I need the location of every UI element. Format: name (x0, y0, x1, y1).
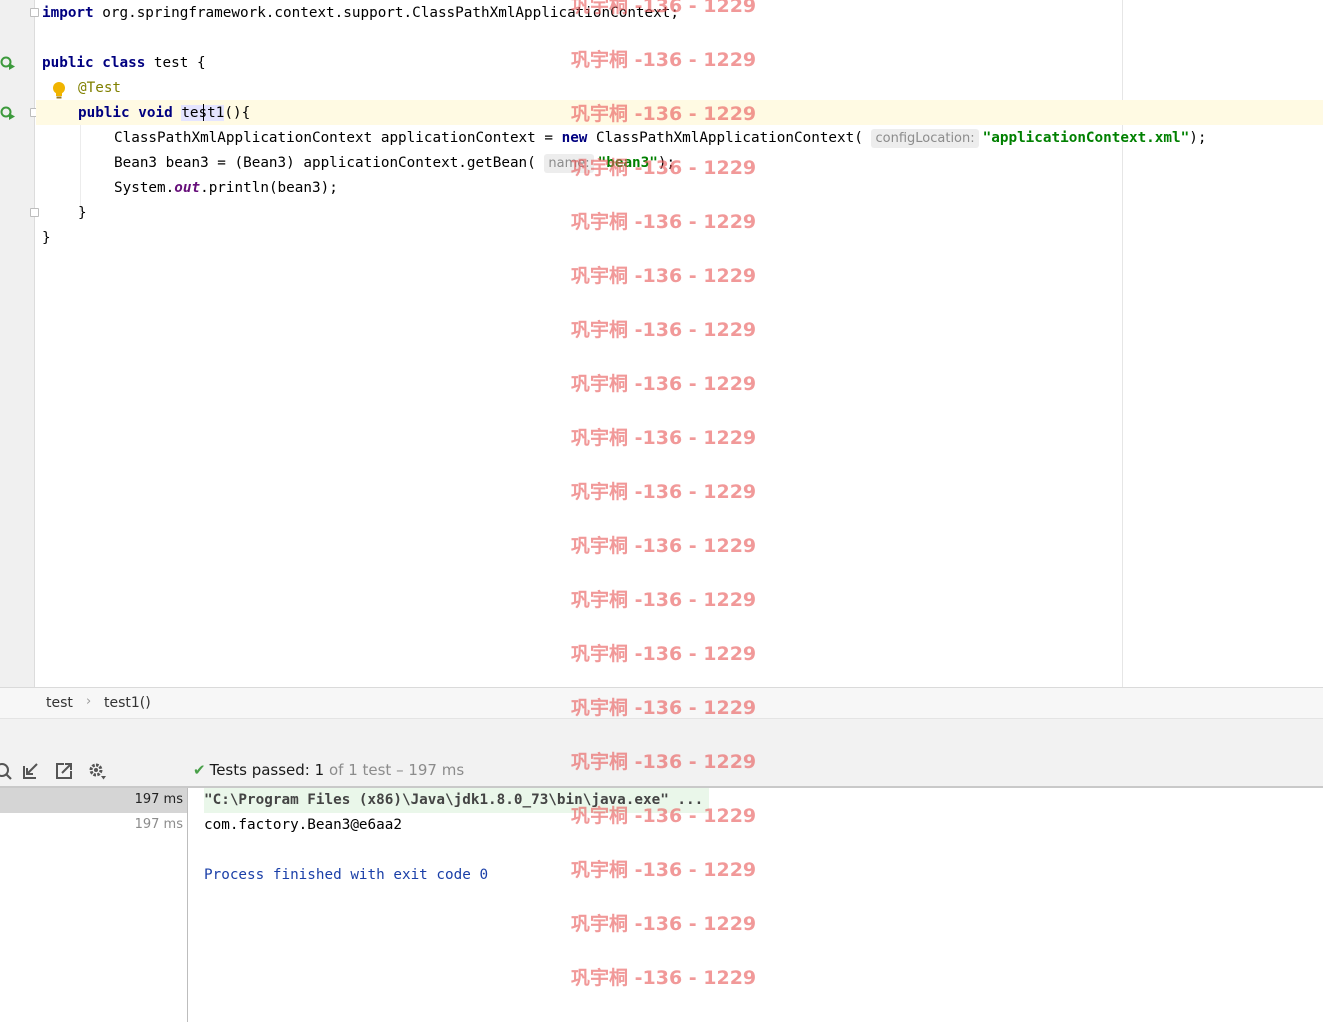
code-line-println[interactable]: System.out.println(bean3); (114, 176, 338, 201)
code-editor[interactable]: import org.springframework.context.suppo… (0, 0, 1323, 687)
code-line-close-class[interactable]: } (42, 226, 51, 251)
code-line-close-method[interactable]: } (78, 201, 87, 226)
code-line-method-decl[interactable]: public void test1(){ (78, 101, 250, 126)
keyword: import (42, 5, 94, 21)
parameter-hint: name: (544, 154, 594, 173)
export-icon[interactable] (54, 761, 74, 781)
status-count: 1 (314, 761, 325, 779)
import-path: org.springframework.context.support.Clas… (93, 5, 679, 21)
console-command-line[interactable]: "C:\Program Files (x86)\Java\jdk1.8.0_73… (204, 788, 710, 813)
keyword: public (78, 105, 130, 121)
code-text: ); (657, 155, 676, 171)
test-status: ✔ Tests passed: 1 of 1 test – 197 ms (193, 761, 464, 779)
tree-row-root[interactable]: 197 ms (0, 788, 187, 813)
class-name: test { (145, 55, 206, 71)
brace: } (42, 230, 51, 246)
breadcrumb-item-method[interactable]: test1() (104, 695, 151, 711)
lightbulb-icon[interactable] (52, 81, 66, 99)
console-output[interactable]: "C:\Program Files (x86)\Java\jdk1.8.0_73… (189, 788, 1323, 1022)
test-duration: 197 ms (134, 817, 183, 832)
editor-gutter[interactable] (0, 0, 39, 687)
keyword: public (42, 55, 94, 71)
text-caret (203, 104, 204, 121)
code-line-annotation[interactable]: @Test (78, 76, 121, 101)
string-literal: "bean3" (597, 155, 658, 171)
annotation: @Test (78, 80, 122, 96)
code-line-context[interactable]: ClassPathXmlApplicationContext applicati… (114, 126, 1206, 151)
method-params: (){ (224, 105, 251, 121)
keyword: void (138, 105, 173, 121)
keyword: new (561, 130, 588, 146)
run-toolbar: ✔ Tests passed: 1 of 1 test – 197 ms (0, 753, 1323, 788)
static-field: out (174, 180, 201, 196)
run-test-class-icon[interactable] (0, 55, 16, 71)
code-text: ClassPathXmlApplicationContext( (587, 130, 863, 146)
status-label: Tests passed: (209, 761, 310, 779)
brace: } (78, 205, 87, 221)
test-results-tree[interactable]: 197 ms 197 ms (0, 788, 188, 1022)
code-text: Bean3 bean3 = (Bean3) applicationContext… (114, 155, 536, 171)
search-icon[interactable] (0, 761, 14, 781)
fold-marker-import[interactable] (30, 8, 39, 17)
fold-marker-method-end[interactable] (30, 208, 39, 217)
gear-icon[interactable] (87, 761, 107, 781)
run-test-method-icon[interactable] (0, 105, 16, 121)
code-line-import[interactable]: import org.springframework.context.suppo… (42, 1, 679, 26)
console-output-line: com.factory.Bean3@e6aa2 (204, 817, 402, 833)
tree-row-test[interactable]: 197 ms (0, 813, 187, 838)
keyword: class (102, 55, 146, 71)
breadcrumb-separator: › (86, 694, 92, 709)
string-literal: "applicationContext.xml" (982, 130, 1190, 146)
breadcrumb-item-class[interactable]: test (46, 695, 73, 711)
status-detail: of 1 test – 197 ms (328, 761, 465, 779)
code-line-getbean[interactable]: Bean3 bean3 = (Bean3) applicationContext… (114, 151, 675, 176)
code-text: ClassPathXmlApplicationContext applicati… (114, 130, 562, 146)
check-icon: ✔ (193, 761, 206, 779)
tool-window-header (0, 719, 1323, 753)
code-text: .println(bean3); (200, 180, 338, 196)
console-exit-line: Process finished with exit code 0 (204, 867, 489, 883)
breadcrumb: test › test1() (0, 687, 1323, 719)
code-text: System. (114, 180, 175, 196)
test-duration: 197 ms (134, 792, 183, 807)
parameter-hint: configLocation: (871, 129, 979, 148)
code-text: ); (1189, 130, 1207, 146)
import-icon[interactable] (21, 761, 41, 781)
code-line-class-decl[interactable]: public class test { (42, 51, 206, 76)
